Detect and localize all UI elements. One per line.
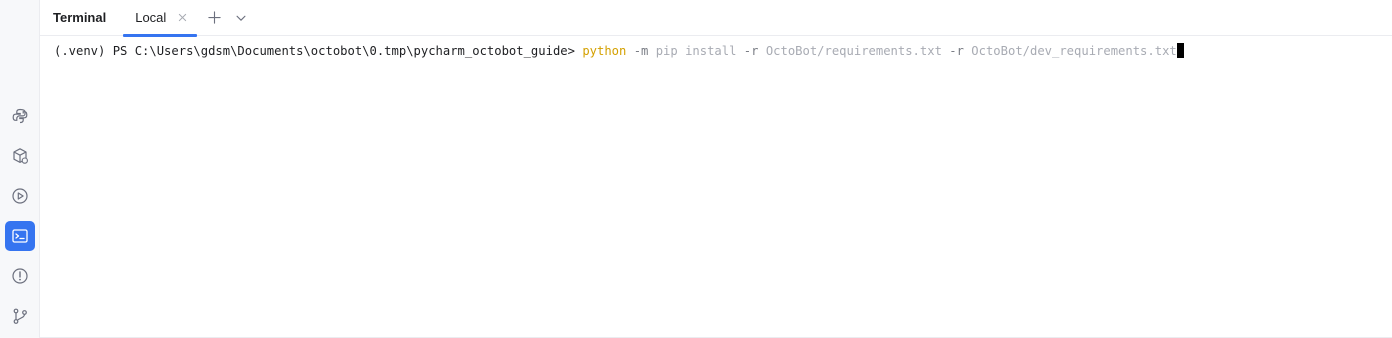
terminal-command-line[interactable]: (.venv) PS C:\Users\gdsm\Documents\octob…: [54, 43, 1184, 59]
git-button[interactable]: [5, 301, 35, 331]
argument-token: OctoBot/dev_requirements.txt: [971, 44, 1177, 58]
python-packages-icon: [13, 148, 28, 164]
tool-window-strip: [0, 0, 40, 338]
tool-window-title: Terminal: [53, 9, 107, 25]
problems-icon: [12, 268, 28, 284]
chevron-down-icon: [236, 15, 246, 21]
terminal-tab-bar: Terminal Local: [40, 0, 1392, 37]
python-packages-button[interactable]: [5, 141, 35, 171]
close-icon: [178, 13, 186, 22]
argument-token: pip install: [655, 44, 737, 58]
services-icon: [12, 188, 28, 204]
terminal-button[interactable]: [5, 221, 35, 251]
text-cursor: [1176, 43, 1184, 58]
plus-icon: [208, 11, 221, 24]
option-token: -r: [949, 44, 964, 58]
tab-options-button[interactable]: [230, 7, 252, 29]
tab-local[interactable]: Local: [122, 0, 198, 37]
terminal-prompt: (.venv) PS C:\Users\gdsm\Documents\octob…: [54, 44, 583, 58]
option-token: -m: [633, 44, 649, 58]
git-icon: [13, 308, 27, 324]
tab-label: Local: [135, 10, 167, 25]
terminal-output[interactable]: (.venv) PS C:\Users\gdsm\Documents\octob…: [40, 37, 1392, 338]
new-tab-button[interactable]: [203, 7, 225, 29]
terminal-tool-window: Terminal Local (.venv) PS C:\Users\gdsm\…: [0, 0, 1392, 338]
argument-token: OctoBot/requirements.txt: [765, 44, 942, 58]
python-console-button[interactable]: [5, 101, 35, 131]
python-console-icon: [12, 108, 28, 124]
option-token: -r: [743, 44, 759, 58]
command-token: python: [582, 44, 627, 58]
close-tab-button[interactable]: [176, 12, 188, 24]
problems-button[interactable]: [5, 261, 35, 291]
terminal-icon: [12, 229, 28, 243]
services-button[interactable]: [5, 181, 35, 211]
